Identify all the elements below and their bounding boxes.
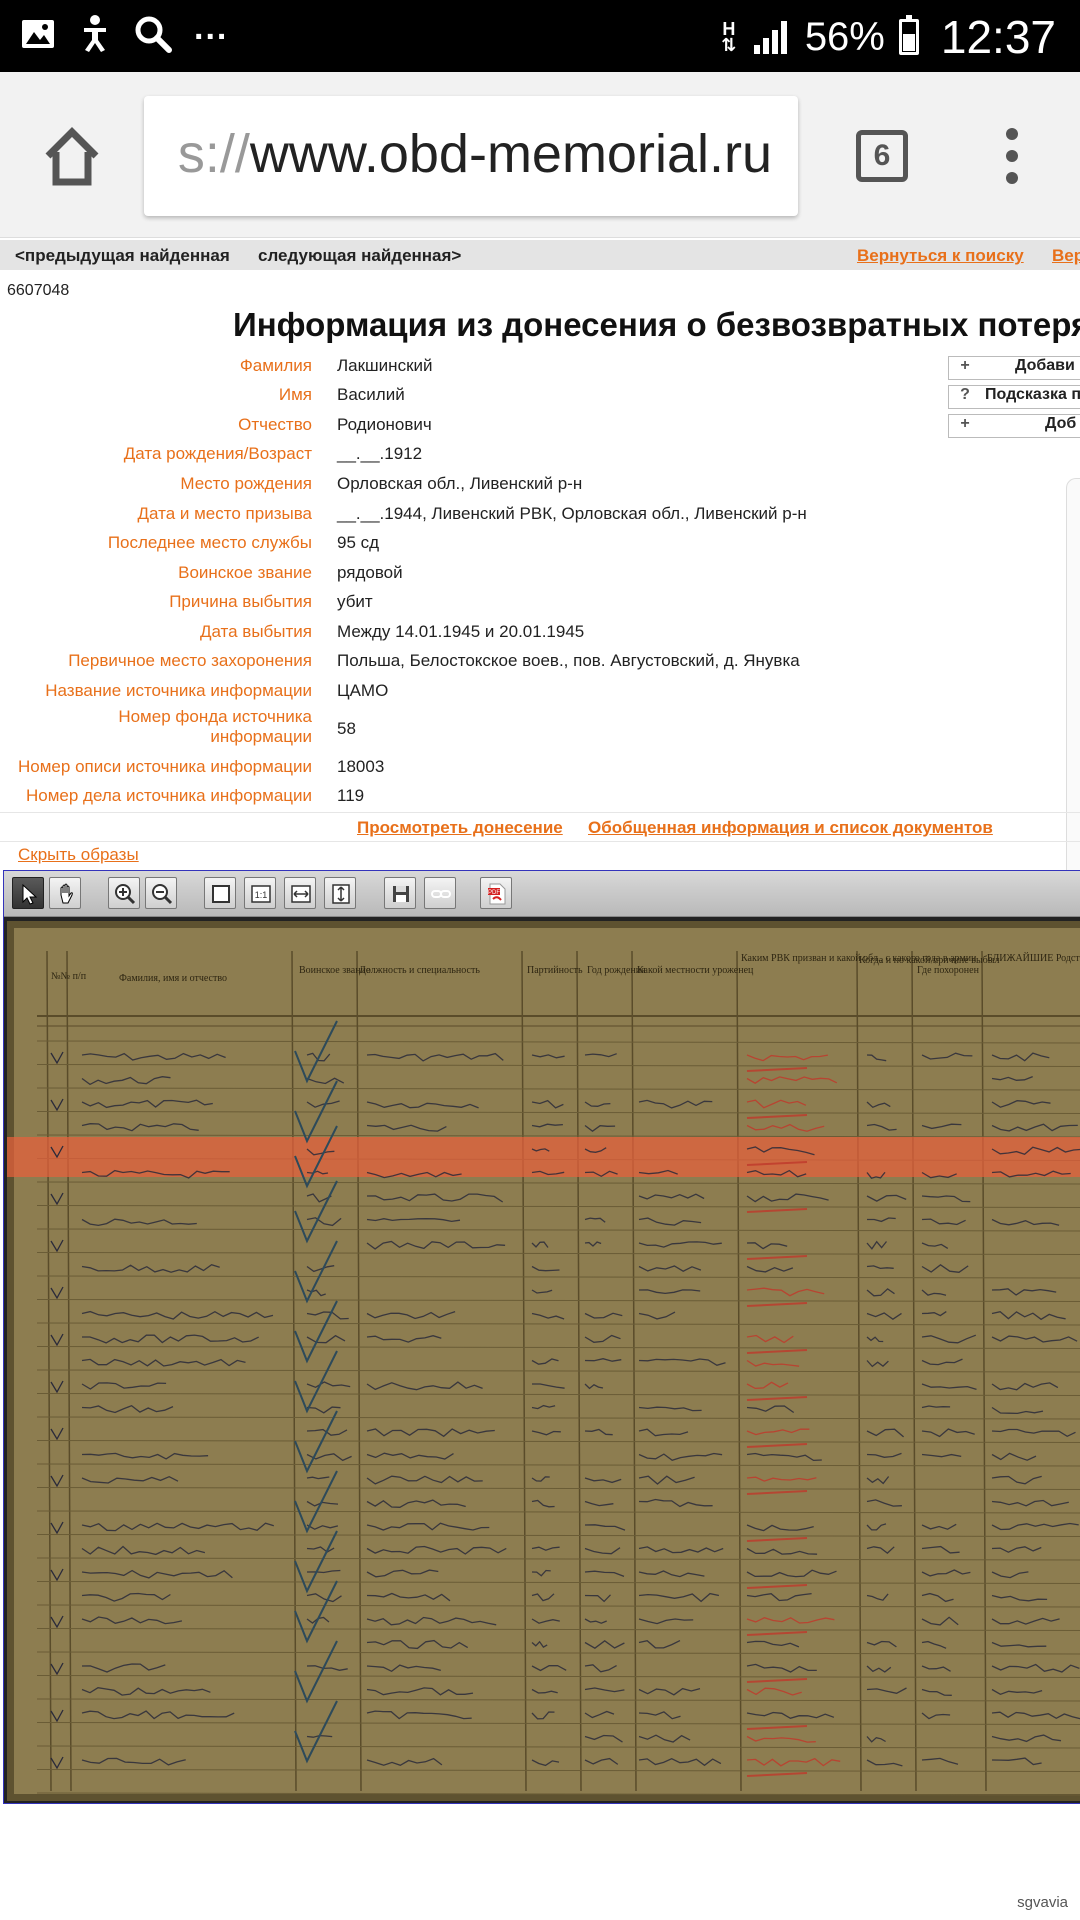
info-value: рядовой: [337, 563, 403, 582]
browser-toolbar: s://www.obd-memorial.ru 6: [0, 72, 1080, 238]
truncated-link[interactable]: Вер: [1052, 246, 1080, 266]
battery-percent: 56%: [804, 14, 885, 59]
info-value: ЦАМО: [337, 681, 389, 700]
svg-text:PDF: PDF: [488, 890, 500, 896]
search-icon: [135, 16, 172, 53]
hint-button[interactable]: ? Подсказка п: [948, 385, 1080, 409]
view-report-link[interactable]: Просмотреть донесение: [357, 818, 563, 838]
info-label: Место рождения: [180, 474, 312, 493]
zoom-out-icon[interactable]: [145, 877, 177, 909]
column-header: Где похоронен: [917, 965, 980, 976]
info-label: Дата и место призыва: [137, 504, 312, 523]
info-label: Название источника информации: [45, 681, 312, 700]
accessibility-icon: [84, 15, 106, 52]
info-label: Воинское звание: [178, 563, 312, 582]
overflow-menu-icon[interactable]: [1000, 128, 1024, 188]
tab-switcher-button[interactable]: 6: [856, 130, 908, 182]
add-second-button[interactable]: + Доб: [948, 414, 1080, 438]
info-label: Отчество: [238, 415, 312, 434]
next-result-link[interactable]: следующая найденная>: [258, 246, 461, 266]
pointer-icon[interactable]: [12, 877, 44, 909]
summary-link[interactable]: Обобщенная информация и список документо…: [588, 818, 993, 838]
document-viewer: 1:1 PDF №№ п/п Фамилия, имя и отчество Вои…: [3, 870, 1080, 1804]
document-scan[interactable]: №№ п/п Фамилия, имя и отчество Воинское зв…: [7, 921, 1080, 1801]
info-label: Дата рождения/Возраст: [123, 444, 312, 463]
result-navigation: <предыдущая найденная следующая найденна…: [0, 240, 1080, 270]
watermark: sgvavia: [1017, 1894, 1068, 1911]
info-label: Первичное место захоронения: [68, 651, 312, 670]
info-value: 18003: [337, 757, 385, 776]
info-value: Василий: [337, 385, 405, 404]
info-value: Орловская обл., Ливенский р-н: [337, 474, 583, 493]
column-header: Партийность: [527, 965, 583, 976]
info-value: 119: [337, 786, 365, 805]
hide-images-link[interactable]: Скрыть образы: [18, 845, 139, 865]
info-label: Фамилия: [239, 356, 312, 375]
link-icon[interactable]: [424, 877, 456, 909]
column-header: №№ п/п: [51, 971, 87, 982]
column-header: Какой местности уроженец: [637, 965, 754, 976]
page-title: Информация из донесения о безвозвратных …: [233, 306, 1080, 343]
fit-height-icon[interactable]: [324, 877, 356, 909]
svg-text:1:1: 1:1: [255, 890, 268, 900]
info-value: Родионович: [337, 415, 432, 434]
more-notifications-icon: ...: [194, 8, 229, 47]
pdf-icon[interactable]: PDF: [480, 877, 512, 909]
prev-result-link[interactable]: <предыдущая найденная: [15, 246, 230, 266]
clock: 12:37: [940, 11, 1056, 63]
column-header: Фамилия, имя и отчество: [119, 973, 227, 984]
info-label: Номер фонда источника информации: [118, 707, 312, 746]
address-bar[interactable]: s://www.obd-memorial.ru: [144, 96, 798, 216]
record-id: 6607048: [7, 282, 70, 299]
url-host: www.obd-memorial.ru: [249, 124, 772, 184]
fit-page-icon[interactable]: [204, 877, 236, 909]
info-value: Польша, Белостокское воев., пов. Августо…: [337, 651, 800, 670]
info-label: Имя: [278, 385, 312, 404]
info-label: Причина выбытия: [169, 592, 312, 611]
gallery-icon: [22, 20, 54, 48]
save-icon[interactable]: [384, 877, 416, 909]
info-value: Между 14.01.1945 и 20.01.1945: [337, 622, 585, 641]
actual-size-icon[interactable]: 1:1: [244, 877, 276, 909]
info-value: Лакшинский: [337, 356, 433, 375]
url-scheme: s://: [177, 124, 250, 184]
highlighted-record: [7, 1137, 1080, 1177]
column-header: БЛИЖАЙШИЕ Родственники: [987, 952, 1080, 964]
zoom-in-icon[interactable]: [108, 877, 140, 909]
record-links: Просмотреть донесение Обобщенная информа…: [0, 812, 1080, 842]
info-value: убит: [337, 592, 373, 611]
add-button[interactable]: + Добави: [948, 356, 1080, 380]
battery-icon: [898, 15, 919, 55]
info-value: __.__.1944, Ливенский РВК, Орловская обл…: [337, 504, 807, 523]
info-value: 58: [337, 719, 356, 738]
status-bar: ... H ⇅ 56% 12:37: [0, 0, 1080, 72]
back-to-search-link[interactable]: Вернуться к поиску: [857, 246, 1024, 266]
fit-width-icon[interactable]: [284, 877, 316, 909]
signal-icon: [753, 21, 787, 54]
info-label: Номер описи источника информации: [18, 757, 312, 776]
info-value: __.__.1912: [337, 444, 423, 463]
network-type: H ⇅: [721, 19, 737, 55]
info-label: Последнее место службы: [107, 533, 312, 552]
hand-icon[interactable]: [49, 877, 81, 909]
info-label: Номер дела источника информации: [25, 786, 312, 805]
column-header: Должность и специальность: [359, 965, 480, 976]
info-value: 95 сд: [337, 533, 380, 552]
info-label: Дата выбытия: [199, 622, 312, 641]
viewer-toolbar: 1:1 PDF: [4, 871, 1080, 917]
home-icon[interactable]: [40, 124, 104, 188]
